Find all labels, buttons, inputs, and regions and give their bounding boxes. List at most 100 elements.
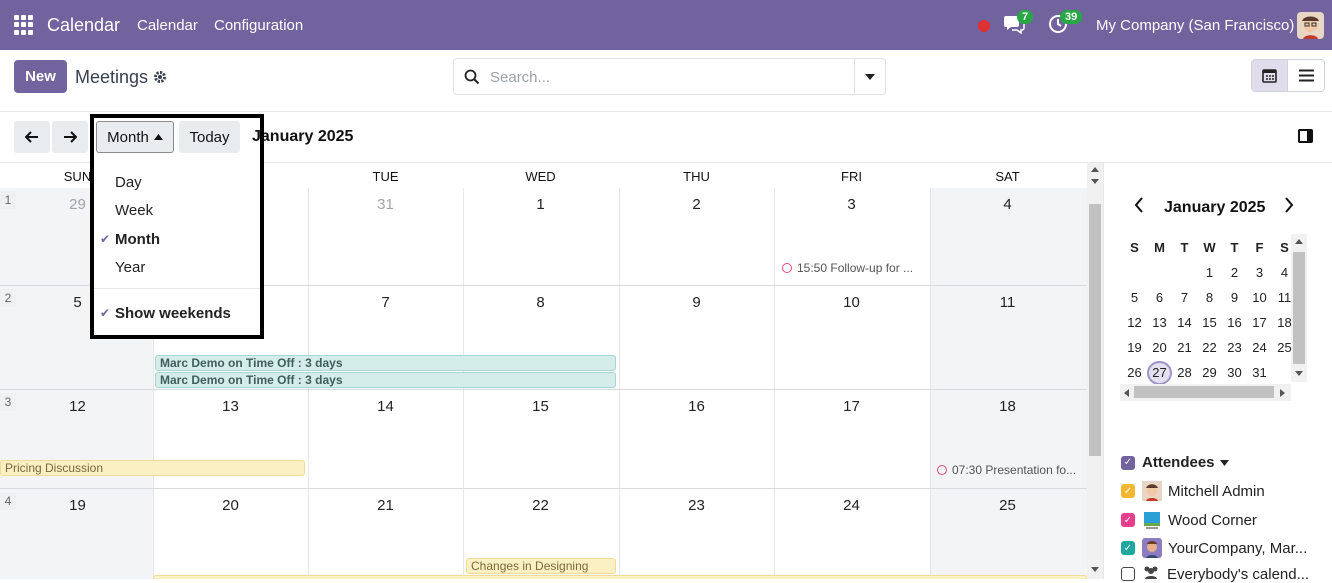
scrollbar-thumb[interactable] (1089, 204, 1101, 456)
mini-day[interactable]: 5 (1122, 290, 1147, 305)
day-number[interactable]: 1 (463, 196, 618, 213)
attendee-filter-item[interactable]: ✓ YourCompany, Mar... (1121, 538, 1307, 558)
mini-day[interactable]: 19 (1122, 340, 1147, 355)
activity-clock-icon[interactable]: 39 (1048, 10, 1083, 36)
scroll-up-icon[interactable] (1091, 167, 1099, 172)
day-number[interactable]: 8 (463, 294, 618, 311)
mini-day[interactable]: 9 (1222, 290, 1247, 305)
search-bar[interactable] (453, 58, 886, 95)
day-number[interactable]: 25 (930, 497, 1085, 514)
mini-day[interactable]: 10 (1247, 290, 1272, 305)
mini-day[interactable]: 8 (1197, 290, 1222, 305)
mini-calendar-hscroll[interactable] (1120, 384, 1291, 401)
day-number[interactable]: 9 (619, 294, 774, 311)
mini-day[interactable]: 30 (1222, 365, 1247, 380)
menu-calendar[interactable]: Calendar (137, 17, 198, 34)
scroll-down-icon[interactable] (1091, 179, 1099, 184)
day-number[interactable]: 7 (308, 294, 463, 311)
scroll-left-icon[interactable] (1124, 389, 1129, 397)
day-number[interactable]: 18 (930, 398, 1085, 415)
calendar-event[interactable]: 15:50 Follow-up for ... (782, 261, 913, 275)
scroll-down-icon[interactable] (1295, 371, 1303, 376)
day-number[interactable]: 19 (0, 497, 155, 514)
menu-configuration[interactable]: Configuration (214, 17, 303, 34)
mini-prev-icon[interactable] (1134, 196, 1144, 219)
mini-day[interactable]: 17 (1247, 315, 1272, 330)
checkbox-checked-icon[interactable]: ✓ (1121, 513, 1135, 527)
next-button[interactable] (52, 121, 88, 153)
mini-next-icon[interactable] (1284, 196, 1294, 219)
attendee-filter-item[interactable]: ✓ Mitchell Admin (1121, 481, 1265, 501)
day-number[interactable]: 3 (774, 196, 929, 213)
mini-day[interactable]: 26 (1122, 365, 1147, 380)
day-number[interactable]: 22 (463, 497, 618, 514)
recording-indicator-icon[interactable] (978, 20, 990, 32)
day-number[interactable]: 24 (774, 497, 929, 514)
mini-day[interactable]: 22 (1197, 340, 1222, 355)
messages-icon[interactable]: 7 (1003, 10, 1034, 36)
day-number[interactable]: 13 (153, 398, 308, 415)
company-switcher[interactable]: My Company (San Francisco) (1096, 17, 1294, 34)
mini-day[interactable]: 20 (1147, 340, 1172, 355)
day-number[interactable]: 15 (463, 398, 618, 415)
scrollbar-thumb[interactable] (1134, 386, 1274, 398)
mini-day[interactable]: 24 (1247, 340, 1272, 355)
scroll-down-icon[interactable] (1091, 567, 1099, 572)
mini-day[interactable]: 2 (1222, 265, 1247, 280)
scroll-up-icon[interactable] (1295, 239, 1303, 244)
mini-day[interactable]: 6 (1147, 290, 1172, 305)
previous-button[interactable] (14, 121, 50, 153)
calendar-event[interactable]: Changes in Designing (466, 558, 616, 574)
day-number[interactable]: 31 (308, 196, 463, 213)
day-number[interactable]: 4 (930, 196, 1085, 213)
day-number[interactable]: 23 (619, 497, 774, 514)
mini-day[interactable]: 28 (1172, 365, 1197, 380)
mini-day-today[interactable]: 27 (1147, 360, 1172, 385)
day-number[interactable]: 14 (308, 398, 463, 415)
mini-day[interactable]: 16 (1222, 315, 1247, 330)
attendee-filter-item[interactable]: Everybody's calend... (1121, 565, 1309, 583)
mini-day[interactable]: 13 (1147, 315, 1172, 330)
gear-icon[interactable] (153, 70, 167, 88)
mini-day[interactable]: 29 (1197, 365, 1222, 380)
mini-calendar-vscroll[interactable] (1291, 234, 1307, 382)
calendar-event[interactable]: Marc Demo on Time Off : 3 days (155, 355, 616, 371)
list-view-button[interactable] (1288, 60, 1324, 91)
mini-day[interactable]: 1 (1197, 265, 1222, 280)
calendar-scrollbar[interactable] (1087, 163, 1103, 579)
day-number[interactable]: 12 (0, 398, 155, 415)
day-number[interactable]: 2 (619, 196, 774, 213)
mini-day[interactable]: 21 (1172, 340, 1197, 355)
apps-menu-icon[interactable] (14, 15, 34, 35)
app-brand[interactable]: Calendar (47, 15, 120, 36)
sidebar-toggle-icon[interactable] (1298, 129, 1313, 143)
day-number[interactable]: 20 (153, 497, 308, 514)
search-input[interactable] (490, 67, 850, 87)
calendar-event[interactable] (153, 575, 1087, 579)
user-avatar[interactable] (1297, 12, 1324, 39)
calendar-event[interactable]: Pricing Discussion (0, 460, 305, 476)
day-number[interactable]: 21 (308, 497, 463, 514)
new-button[interactable]: New (14, 60, 67, 93)
mini-day[interactable]: 23 (1222, 340, 1247, 355)
attendees-filter-header[interactable]: ✓ Attendees (1121, 454, 1229, 471)
calendar-event[interactable]: Marc Demo on Time Off : 3 days (155, 372, 616, 388)
attendee-filter-item[interactable]: ✓ Wood Corner (1121, 510, 1257, 530)
mini-day[interactable]: 3 (1247, 265, 1272, 280)
checkbox-checked-icon[interactable]: ✓ (1121, 541, 1135, 555)
day-number[interactable]: 17 (774, 398, 929, 415)
day-number[interactable]: 16 (619, 398, 774, 415)
day-number[interactable]: 10 (774, 294, 929, 311)
mini-day[interactable]: 31 (1247, 365, 1272, 380)
mini-day[interactable]: 7 (1172, 290, 1197, 305)
scroll-right-icon[interactable] (1280, 389, 1285, 397)
mini-day[interactable]: 15 (1197, 315, 1222, 330)
scrollbar-thumb[interactable] (1293, 252, 1305, 364)
calendar-view-button[interactable] (1252, 60, 1289, 91)
calendar-event[interactable]: 07:30 Presentation fo... (937, 463, 1076, 477)
mini-day[interactable]: 14 (1172, 315, 1197, 330)
checkbox-checked-icon[interactable]: ✓ (1121, 455, 1135, 470)
day-number[interactable]: 11 (930, 294, 1085, 311)
mini-day[interactable]: 12 (1122, 315, 1147, 330)
checkbox-checked-icon[interactable]: ✓ (1121, 484, 1135, 498)
